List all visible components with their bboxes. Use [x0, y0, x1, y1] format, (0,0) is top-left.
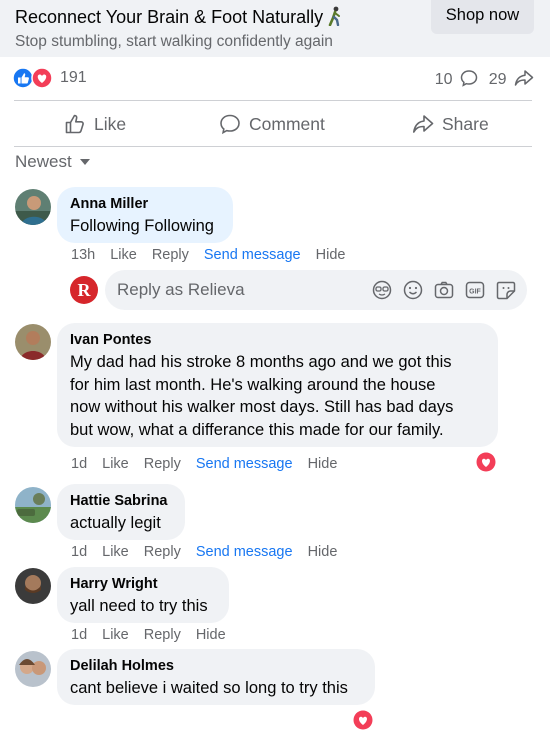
avatar[interactable] — [15, 651, 51, 687]
comment-like-button[interactable]: Like — [102, 456, 129, 472]
reply-placeholder: Reply as Relieva — [117, 280, 245, 299]
comment-time[interactable]: 13h — [71, 247, 95, 263]
love-reaction-badge[interactable] — [475, 451, 497, 473]
comment-icon — [220, 114, 240, 135]
avatar[interactable] — [15, 189, 51, 225]
avatar[interactable] — [15, 487, 51, 523]
comment-like-button[interactable]: Like — [102, 544, 129, 560]
comment-text-line: but wow, what a differance this made for… — [70, 420, 444, 439]
comment-author[interactable]: Delilah Holmes — [70, 657, 363, 675]
caret-down-icon — [79, 159, 90, 165]
comment-like-button[interactable]: Like — [102, 627, 129, 643]
like-label: Like — [94, 113, 127, 134]
comment-author[interactable]: Anna Miller — [70, 195, 221, 213]
shares-count-value: 29 — [488, 71, 507, 88]
ad-title[interactable]: Reconnect Your Brain & Foot Naturally — [15, 6, 343, 28]
comment-time[interactable]: 1d — [71, 456, 87, 472]
ad-banner[interactable]: Reconnect Your Brain & Foot Naturally St… — [0, 0, 550, 57]
reply-input[interactable]: Reply as Relieva GIF — [105, 270, 527, 310]
comment-text-line: for him last month. He's walking around … — [70, 375, 436, 394]
comment-meta: 1d Like Reply Send message Hide — [71, 544, 352, 560]
person-walking-icon — [327, 6, 343, 27]
comment-time[interactable]: 1d — [71, 544, 87, 560]
share-label: Share — [442, 113, 489, 134]
ad-subtitle: Stop stumbling, start walking confidentl… — [15, 33, 333, 50]
reply-toolbar: GIF — [371, 279, 517, 301]
comment-text: My dad had his stroke 8 months ago and w… — [70, 351, 486, 441]
comment-bubble: Anna Miller Following Following — [57, 187, 233, 243]
comment-bubble: Delilah Holmes cant believe i waited so … — [57, 649, 375, 705]
like-reaction-icon — [12, 67, 34, 89]
comment-button[interactable]: Comment — [219, 104, 325, 144]
camera-icon — [434, 281, 454, 299]
send-message-button[interactable]: Send message — [196, 456, 293, 472]
comment-sort-dropdown[interactable]: Newest — [15, 152, 90, 172]
share-arrow-icon — [514, 70, 534, 86]
comment-bubble: Ivan Pontes My dad had his stroke 8 mont… — [57, 323, 498, 447]
comment-bubble: Harry Wright yall need to try this — [57, 567, 229, 623]
comment-meta: 1d Like Reply Send message Hide — [71, 456, 352, 472]
comment-bubble-icon — [460, 70, 478, 87]
sticker-icon — [496, 281, 516, 300]
send-message-button[interactable]: Send message — [204, 247, 301, 263]
hide-comment-button[interactable]: Hide — [308, 544, 338, 560]
like-button[interactable]: Like — [64, 104, 126, 144]
ad-title-text: Reconnect Your Brain & Foot Naturally — [15, 7, 324, 27]
comment-time[interactable]: 1d — [71, 627, 87, 643]
reactions-count[interactable]: 191 — [60, 69, 87, 87]
comment-reply-button[interactable]: Reply — [144, 544, 181, 560]
hide-comment-button[interactable]: Hide — [196, 627, 226, 643]
avatar[interactable] — [15, 324, 51, 360]
comments-count-value: 10 — [434, 71, 453, 88]
love-reaction-badge[interactable] — [352, 709, 374, 731]
hide-comment-button[interactable]: Hide — [308, 456, 338, 472]
comment-like-button[interactable]: Like — [110, 247, 137, 263]
comment-author[interactable]: Harry Wright — [70, 575, 217, 593]
share-button[interactable]: Share — [412, 104, 489, 144]
comment-text: Following Following — [70, 217, 214, 235]
avatar[interactable] — [15, 568, 51, 604]
comment-reply-button[interactable]: Reply — [152, 247, 189, 263]
comment-bubble: Hattie Sabrina actually legit — [57, 484, 185, 540]
post-stats: 191 10 29 — [12, 66, 534, 92]
divider — [14, 146, 532, 147]
comment-label: Comment — [249, 113, 325, 134]
svg-text:GIF: GIF — [469, 289, 481, 296]
hide-comment-button[interactable]: Hide — [316, 247, 346, 263]
shop-now-button[interactable]: Shop now — [431, 0, 534, 34]
comment-meta: 1d Like Reply Hide — [71, 627, 241, 643]
comment-text-line: now without his walker most days. Still … — [70, 398, 454, 416]
comment-author[interactable]: Hattie Sabrina — [70, 492, 173, 510]
sort-label: Newest — [15, 152, 72, 171]
love-reaction-icon — [31, 67, 53, 89]
comment-text: cant believe i waited so long to try thi… — [70, 679, 348, 697]
thumbs-up-icon — [65, 114, 84, 134]
comment-author[interactable]: Ivan Pontes — [70, 331, 486, 349]
comment-reply-button[interactable]: Reply — [144, 627, 181, 643]
comment-text: actually legit — [70, 514, 161, 532]
avatar-sticker-icon — [372, 280, 392, 300]
comment-text: yall need to try this — [70, 597, 208, 615]
comment-meta: 13h Like Reply Send message Hide — [71, 247, 360, 263]
reactions-summary[interactable] — [12, 67, 54, 89]
gif-icon: GIF — [465, 281, 485, 299]
comments-count[interactable]: 10 — [435, 69, 478, 89]
emoji-icon — [403, 280, 423, 300]
page-avatar: R — [70, 276, 98, 304]
divider — [14, 100, 532, 101]
send-message-button[interactable]: Send message — [196, 544, 293, 560]
comment-text-line: My dad had his stroke 8 months ago and w… — [70, 353, 452, 371]
post-action-bar: Like Comment Share — [0, 104, 550, 144]
share-icon — [413, 115, 434, 133]
shares-count[interactable]: 29 — [489, 69, 534, 89]
comment-reply-button[interactable]: Reply — [144, 456, 181, 472]
